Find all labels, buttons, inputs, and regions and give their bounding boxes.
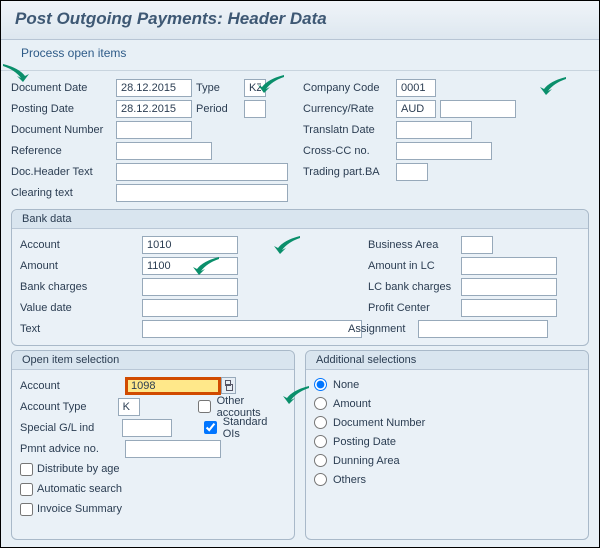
period-field[interactable] <box>244 100 266 118</box>
open-item-selection-title: Open item selection <box>12 351 294 370</box>
standard-ois-label: Standard OIs <box>223 416 286 440</box>
bank-amount-field[interactable] <box>142 257 238 275</box>
bank-data-title: Bank data <box>12 210 588 229</box>
addl-others-radio[interactable] <box>314 473 327 486</box>
bank-data-group: Bank data Account Amount Bank charges <box>11 209 589 346</box>
currency-field[interactable] <box>396 100 436 118</box>
additional-selections-title: Additional selections <box>306 351 588 370</box>
bank-amount-label: Amount <box>20 260 142 272</box>
bank-text-field[interactable] <box>142 320 362 338</box>
automatic-search-checkbox[interactable] <box>20 483 33 496</box>
assignment-field[interactable] <box>418 320 548 338</box>
addl-amount-radio[interactable] <box>314 397 327 410</box>
addl-none-radio[interactable] <box>314 378 327 391</box>
addl-postdate-radio[interactable] <box>314 435 327 448</box>
addl-amount-label: Amount <box>333 398 371 410</box>
document-date-label: Document Date <box>11 82 116 94</box>
value-help-icon[interactable] <box>221 377 236 394</box>
business-area-label: Business Area <box>368 239 461 251</box>
clearing-text-label: Clearing text <box>11 187 116 199</box>
special-gl-label: Special G/L ind <box>20 422 122 434</box>
pmnt-advice-label: Pmnt advice no. <box>20 443 125 455</box>
assignment-label: Assignment <box>348 323 418 335</box>
bank-account-field[interactable] <box>142 236 238 254</box>
rate-field[interactable] <box>440 100 516 118</box>
addl-docnum-radio[interactable] <box>314 416 327 429</box>
company-code-label: Company Code <box>303 82 396 94</box>
cross-cc-label: Cross-CC no. <box>303 145 396 157</box>
addl-docnum-label: Document Number <box>333 417 425 429</box>
document-number-field[interactable] <box>116 121 192 139</box>
distribute-by-age-label: Distribute by age <box>37 463 120 475</box>
addl-dun-label: Dunning Area <box>333 455 400 467</box>
bank-charges-label: Bank charges <box>20 281 142 293</box>
bank-account-label: Account <box>20 239 142 251</box>
invoice-summary-label: Invoice Summary <box>37 503 122 515</box>
addl-dun-radio[interactable] <box>314 454 327 467</box>
process-open-items-link[interactable]: Process open items <box>21 46 126 60</box>
reference-label: Reference <box>11 145 116 157</box>
profit-center-field[interactable] <box>461 299 557 317</box>
invoice-summary-checkbox[interactable] <box>20 503 33 516</box>
oi-account-label: Account <box>20 380 125 392</box>
bank-charges-field[interactable] <box>142 278 238 296</box>
value-date-field[interactable] <box>142 299 238 317</box>
bank-text-label: Text <box>20 323 142 335</box>
period-label: Period <box>196 103 244 115</box>
translation-date-label: Translatn Date <box>303 124 396 136</box>
profit-center-label: Profit Center <box>368 302 461 314</box>
type-field[interactable] <box>244 79 266 97</box>
amount-lc-label: Amount in LC <box>368 260 461 272</box>
oi-account-type-label: Account Type <box>20 401 118 413</box>
automatic-search-label: Automatic search <box>37 483 122 495</box>
addl-none-label: None <box>333 379 359 391</box>
open-item-selection-group: Open item selection Account Account Type… <box>11 350 295 540</box>
pmnt-advice-field[interactable] <box>125 440 221 458</box>
trading-part-ba-field[interactable] <box>396 163 428 181</box>
document-number-label: Document Number <box>11 124 116 136</box>
doc-header-text-field[interactable] <box>116 163 288 181</box>
posting-date-label: Posting Date <box>11 103 116 115</box>
currency-rate-label: Currency/Rate <box>303 103 396 115</box>
reference-field[interactable] <box>116 142 212 160</box>
distribute-by-age-checkbox[interactable] <box>20 463 33 476</box>
oi-account-type-field[interactable] <box>118 398 140 416</box>
amount-lc-field[interactable] <box>461 257 557 275</box>
lc-bank-charges-label: LC bank charges <box>368 281 461 293</box>
page-title: Post Outgoing Payments: Header Data <box>1 1 599 40</box>
business-area-field[interactable] <box>461 236 493 254</box>
standard-ois-checkbox[interactable] <box>204 421 217 434</box>
doc-header-text-label: Doc.Header Text <box>11 166 116 178</box>
other-accounts-checkbox[interactable] <box>198 400 211 413</box>
lc-bank-charges-field[interactable] <box>461 278 557 296</box>
addl-postdate-label: Posting Date <box>333 436 396 448</box>
trading-part-ba-label: Trading part.BA <box>303 166 396 178</box>
translation-date-field[interactable] <box>396 121 472 139</box>
clearing-text-field[interactable] <box>116 184 288 202</box>
type-label: Type <box>196 82 244 94</box>
company-code-field[interactable] <box>396 79 436 97</box>
value-date-label: Value date <box>20 302 142 314</box>
additional-selections-group: Additional selections None Amount Docume… <box>305 350 589 540</box>
document-date-field[interactable] <box>116 79 192 97</box>
posting-date-field[interactable] <box>116 100 192 118</box>
cross-cc-field[interactable] <box>396 142 492 160</box>
addl-others-label: Others <box>333 474 366 486</box>
special-gl-field[interactable] <box>122 419 172 437</box>
oi-account-field[interactable] <box>125 377 221 395</box>
